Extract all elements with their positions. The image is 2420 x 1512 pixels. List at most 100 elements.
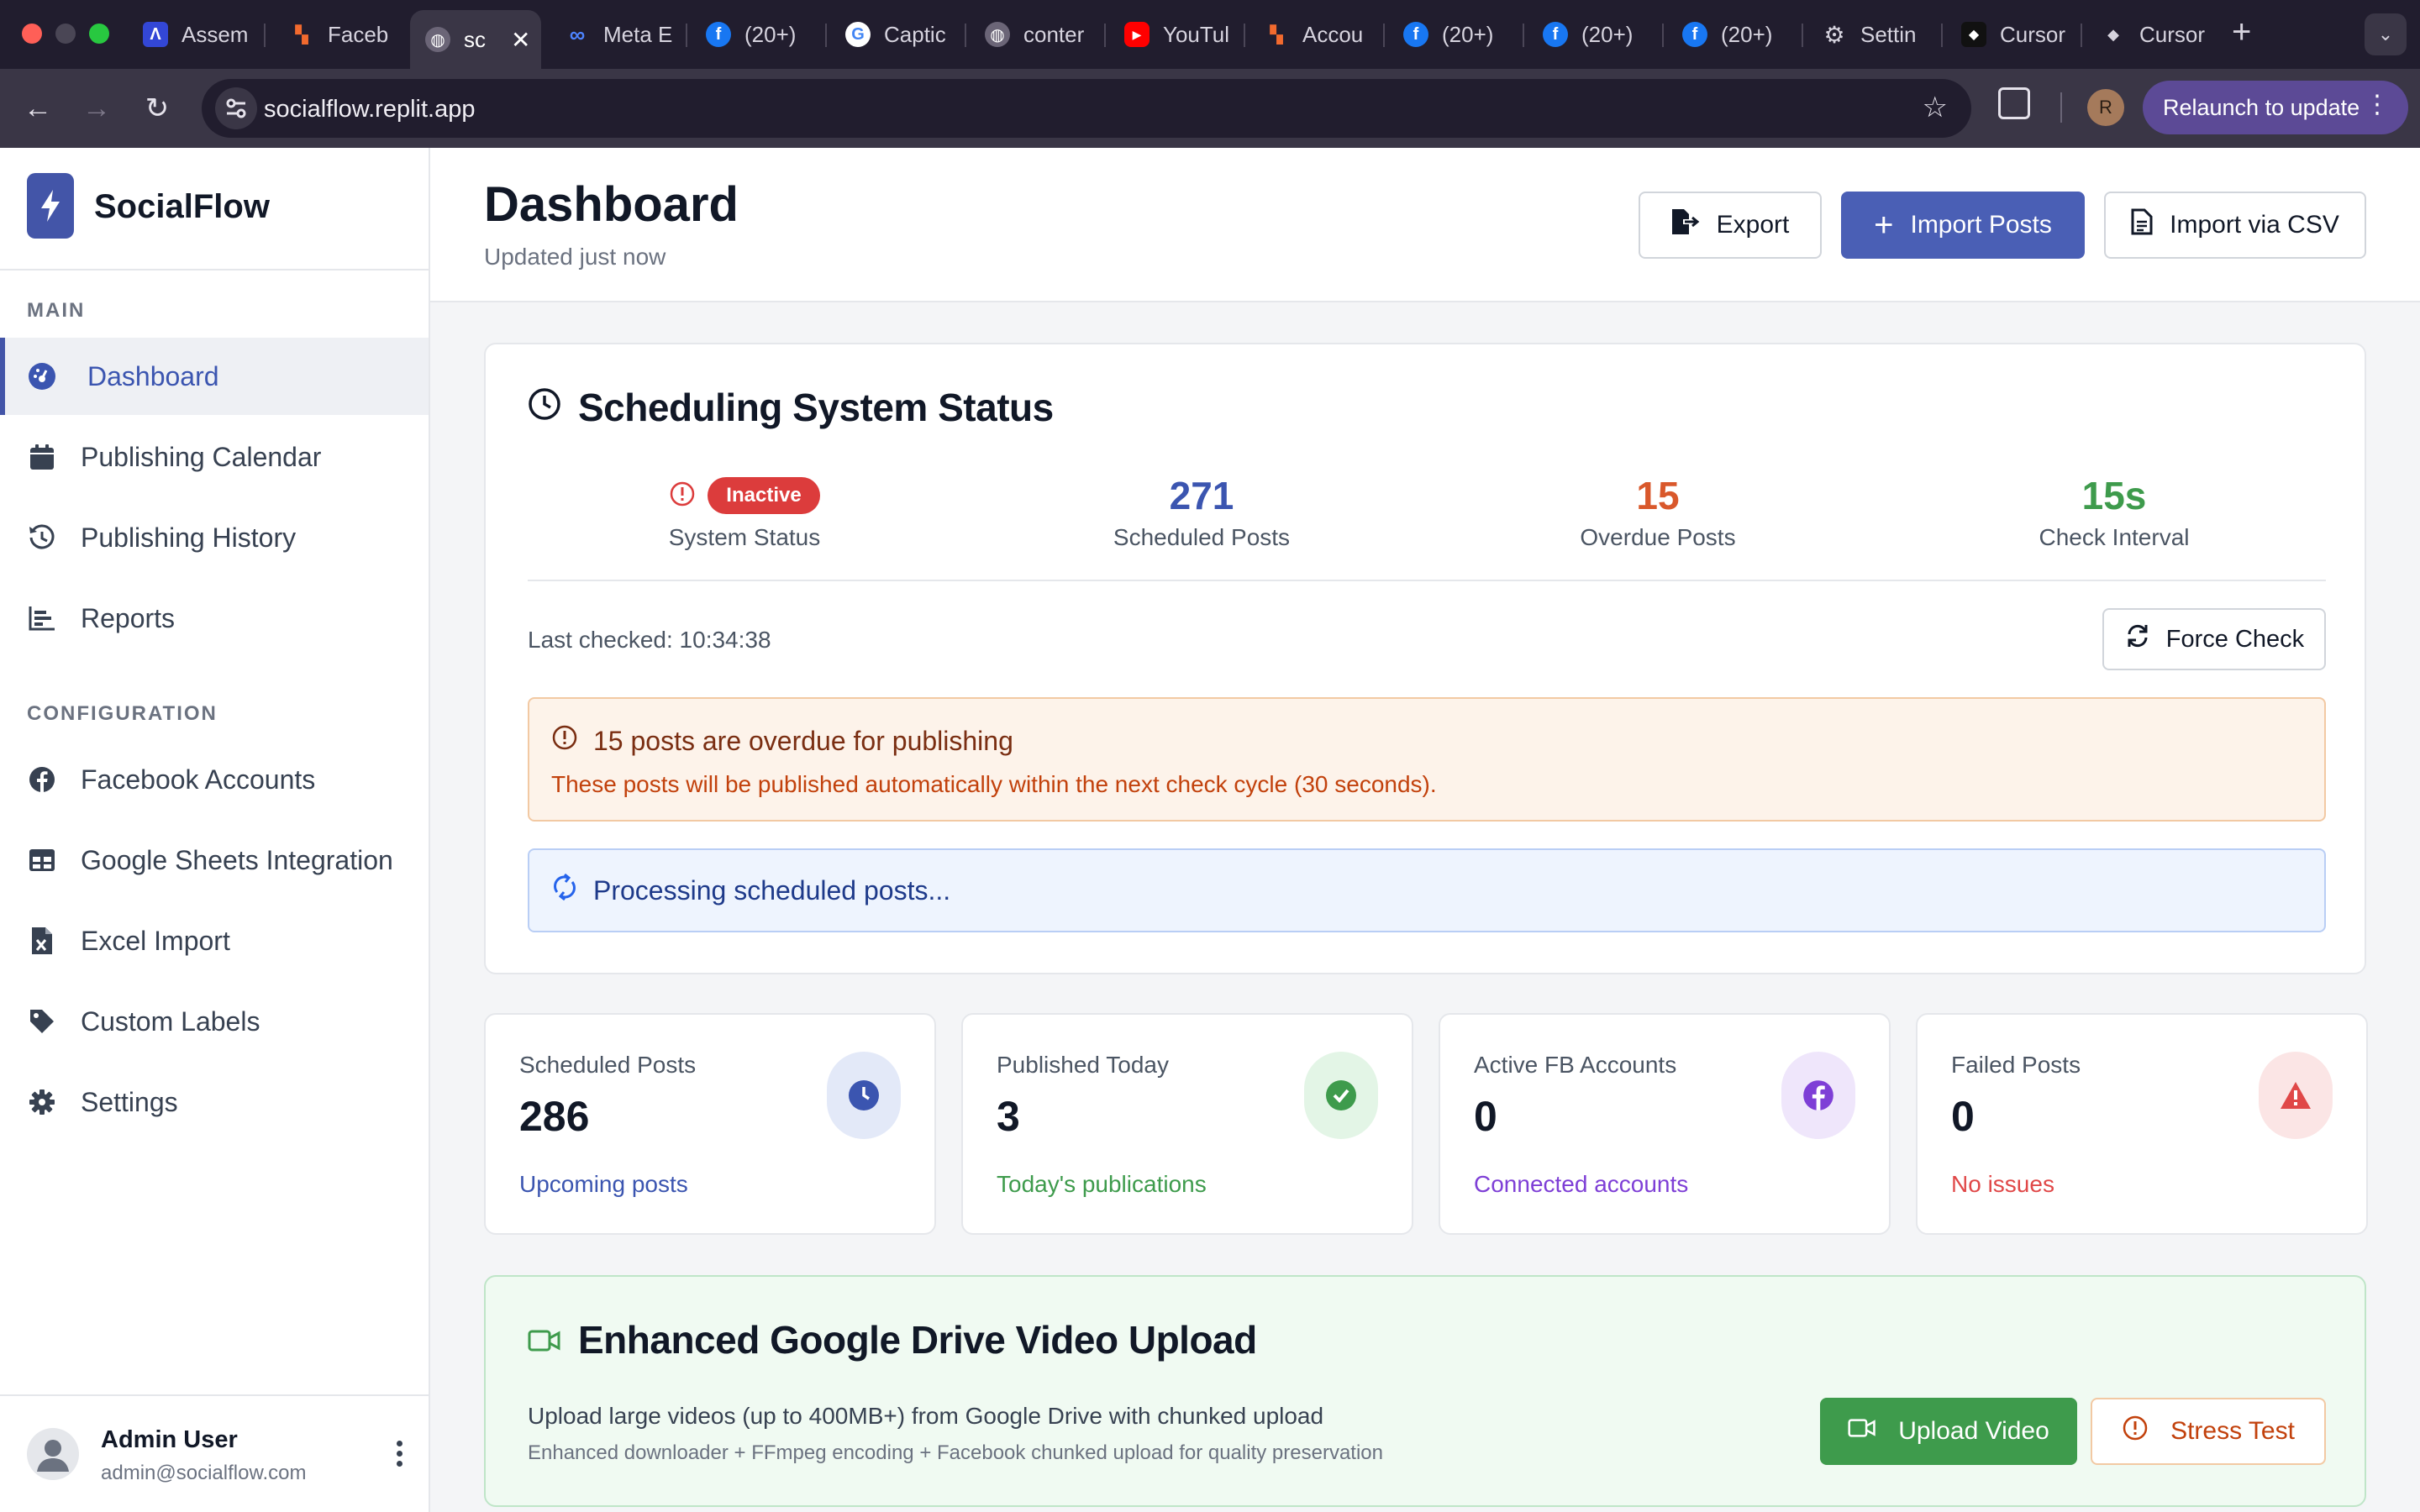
stat-card-failed-posts: Failed Posts 0 No issues [1916,1013,2368,1235]
browser-tab[interactable]: f (20+) [1528,10,1662,59]
facebook-icon: f [1543,22,1568,47]
sidebar-item-custom-labels[interactable]: Custom Labels [0,983,429,1060]
globe-icon: ◍ [985,22,1010,47]
facebook-icon: f [1682,22,1707,47]
extensions-icon[interactable] [1998,87,2030,119]
relaunch-button[interactable]: Relaunch to update ⋮ [2143,81,2408,134]
facebook-icon [1781,1052,1855,1139]
card-title: Scheduling System Status [528,385,1054,430]
forward-arrow-icon[interactable]: → [77,89,116,128]
bookmark-star-icon[interactable]: ☆ [1923,91,1948,124]
close-window-button[interactable] [22,24,42,44]
youtube-icon: ▶ [1124,22,1150,47]
browser-tab[interactable]: ◍ conter [970,10,1104,59]
metric-overdue-posts: 15 Overdue Posts [1580,474,1736,550]
sidebar-item-reports[interactable]: Reports [0,580,429,657]
plus-icon: + [1874,207,1894,244]
table-icon [27,845,57,875]
sync-icon [551,873,578,908]
clock-icon [827,1052,901,1139]
back-arrow-icon[interactable]: ← [18,89,57,128]
stat-card-published-today: Published Today 3 Today's publications [961,1013,1413,1235]
sidebar-item-label: Facebook Accounts [81,764,316,795]
browser-tab[interactable]: f (20+) [1667,10,1802,59]
card-title: Enhanced Google Drive Video Upload [528,1317,1257,1362]
import-csv-button[interactable]: Import via CSV [2104,192,2366,259]
close-tab-icon[interactable]: ✕ [511,26,530,54]
sidebar-item-label: Custom Labels [81,1005,260,1037]
sidebar-item-google-sheets[interactable]: Google Sheets Integration [0,822,429,899]
facebook-icon: f [1403,22,1428,47]
bolt-logo-icon [27,173,74,239]
force-check-button[interactable]: Force Check [2102,608,2326,670]
export-file-icon [1671,208,1700,242]
maximize-window-button[interactable] [89,24,109,44]
a-logo-icon: Λ [143,22,168,47]
browser-tab[interactable]: Λ Assem [128,10,262,59]
more-vert-icon: ⋮ [2365,91,2390,118]
section-label-configuration: CONFIGURATION [27,702,218,725]
facebook-icon [27,764,57,795]
reload-icon[interactable]: ↻ [138,89,176,128]
drive-description: Upload large videos (up to 400MB+) from … [528,1403,1324,1429]
browser-tab[interactable]: ▚ Accou [1249,10,1383,59]
address-bar[interactable]: socialflow.replit.app ☆ [202,79,1971,138]
browser-tab[interactable]: ∞ Meta E [550,10,684,59]
sidebar-item-label: Reports [81,602,176,633]
sidebar-item-facebook-accounts[interactable]: Facebook Accounts [0,741,429,818]
page-header: Dashboard Updated just now Export + Impo… [430,148,2420,302]
new-tab-icon[interactable]: + [2232,13,2251,51]
scheduling-status-card: Scheduling System Status Inactive System… [484,343,2366,974]
bar-chart-icon [27,603,57,633]
facebook-icon: f [706,22,731,47]
site-info-icon[interactable] [215,87,257,129]
calendar-icon [27,442,57,472]
browser-tab[interactable]: f (20+) [1388,10,1523,59]
file-text-icon [2131,208,2153,242]
sidebar-item-label: Dashboard [87,360,219,391]
history-icon [27,522,57,553]
google-drive-upload-card: Enhanced Google Drive Video Upload Uploa… [484,1275,2366,1507]
sidebar-item-label: Publishing History [81,522,297,553]
gear-icon: ⚙ [1823,21,1845,48]
browser-tab[interactable]: ◆ Cursor [1946,10,2081,59]
browser-toolbar: ← → ↻ socialflow.replit.app ☆ [0,69,2420,148]
cursor-icon: ◆ [1961,22,1986,47]
status-badge: Inactive [708,477,820,514]
overdue-warning-alert: 15 posts are overdue for publishing Thes… [528,697,2326,822]
sidebar-item-dashboard[interactable]: Dashboard [0,338,429,415]
stat-card-scheduled: Scheduled Posts 286 Upcoming posts [484,1013,936,1235]
profile-avatar[interactable]: R [2087,89,2124,126]
excel-file-icon [27,926,57,956]
minimize-window-button[interactable] [55,24,76,44]
dashboard-gauge-icon [27,361,57,391]
browser-tab[interactable]: ⚙ Settin [1807,10,1941,59]
export-button[interactable]: Export [1639,192,1822,259]
warning-body: These posts will be published automatica… [551,771,1437,797]
browser-tab[interactable]: ▚ Faceb [274,10,408,59]
upload-video-button[interactable]: Upload Video [1820,1398,2077,1465]
browser-tab[interactable]: f (20+) [691,10,825,59]
sidebar-item-publishing-history[interactable]: Publishing History [0,499,429,576]
browser-tab[interactable]: G Captic [830,10,965,59]
refresh-icon [2124,622,2151,656]
sidebar-item-excel-import[interactable]: Excel Import [0,902,429,979]
sidebar: SocialFlow MAIN Dashboard Publishing Cal… [0,148,430,1512]
processing-info-alert: Processing scheduled posts... [528,848,2326,932]
globe-icon: ◍ [425,27,450,52]
processing-text: Processing scheduled posts... [593,874,951,906]
browser-tab-active[interactable]: ◍ sc ✕ [410,10,541,69]
sidebar-item-label: Publishing Calendar [81,441,322,472]
browser-tab[interactable]: ◆ Cursor [2086,10,2220,59]
metric-scheduled-posts: 271 Scheduled Posts [1113,474,1291,550]
user-email: admin@socialflow.com [101,1462,307,1484]
user-menu-icon[interactable] [388,1431,410,1475]
browser-tab[interactable]: ▶ YouTul [1109,10,1244,59]
sidebar-item-settings[interactable]: Settings [0,1063,429,1141]
tab-search-icon[interactable]: ⌄ [2365,13,2407,55]
stress-test-button[interactable]: Stress Test [2091,1398,2326,1465]
warning-title: 15 posts are overdue for publishing [593,725,1013,756]
check-circle-icon [1304,1052,1378,1139]
sidebar-item-publishing-calendar[interactable]: Publishing Calendar [0,418,429,496]
import-posts-button[interactable]: + Import Posts [1841,192,2085,259]
